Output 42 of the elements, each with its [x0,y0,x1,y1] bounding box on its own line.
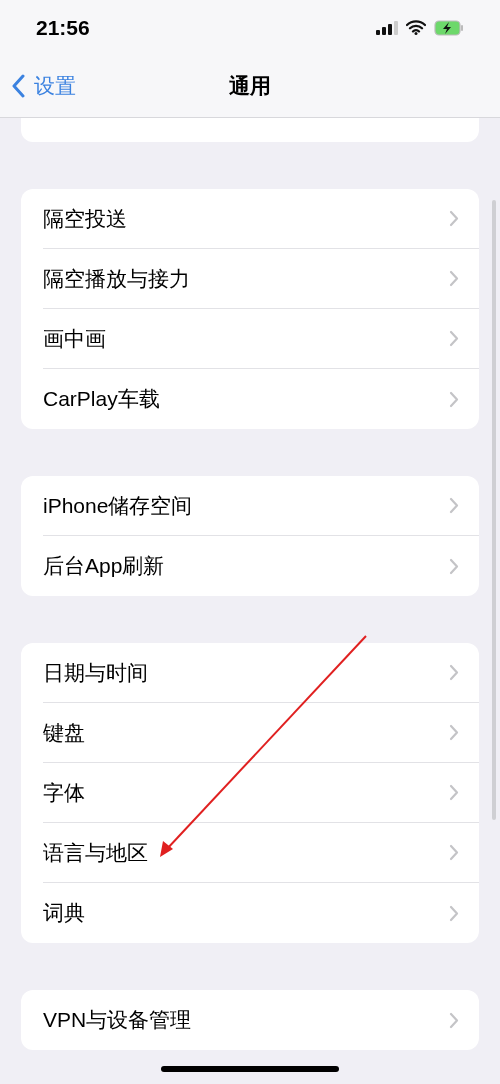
chevron-icon [449,724,459,741]
row-label: 字体 [43,779,85,806]
settings-row[interactable]: 后台App刷新 [43,536,479,596]
row-label: 后台App刷新 [43,553,165,580]
back-chevron-icon [12,74,26,98]
settings-row[interactable]: 键盘 [43,703,479,763]
settings-row[interactable]: 日期与时间 [43,643,479,703]
status-time: 21:56 [36,14,90,41]
chevron-icon [449,664,459,681]
chevron-icon [449,1011,459,1029]
row-label: CarPlay车载 [43,386,160,413]
settings-row[interactable]: 画中画 [43,309,479,369]
settings-row[interactable]: 词典 [43,883,479,943]
row-label: VPN与设备管理 [43,1007,192,1034]
settings-row[interactable]: 隔空投送 [43,189,479,249]
settings-row[interactable]: CarPlay车载 [43,369,479,429]
row-label: 日期与时间 [43,659,148,686]
chevron-icon [449,904,459,922]
battery-charging-icon [434,19,464,36]
settings-row[interactable]: 字体 [43,763,479,823]
row-label: 画中画 [43,325,106,352]
row-label: 语言与地区 [43,839,148,866]
row-label: 键盘 [43,719,85,746]
chevron-icon [449,784,459,801]
row-label: 词典 [43,900,85,927]
row-label: iPhone储存空间 [43,492,193,519]
settings-row[interactable]: VPN与设备管理 [43,990,479,1050]
chevron-icon [449,210,459,227]
settings-row[interactable]: iPhone储存空间 [43,476,479,536]
chevron-icon [449,497,459,514]
row-label: 隔空播放与接力 [43,265,190,292]
signal-icon [376,20,398,35]
row-label: 隔空投送 [43,205,127,232]
chevron-icon [449,557,459,575]
back-button[interactable]: 设置 [12,70,76,102]
wifi-icon [406,20,426,35]
page-title: 通用 [229,73,271,100]
chevron-icon [449,270,459,287]
chevron-icon [449,390,459,408]
chevron-icon [449,330,459,347]
settings-row[interactable]: 隔空播放与接力 [43,249,479,309]
chevron-icon [449,844,459,861]
